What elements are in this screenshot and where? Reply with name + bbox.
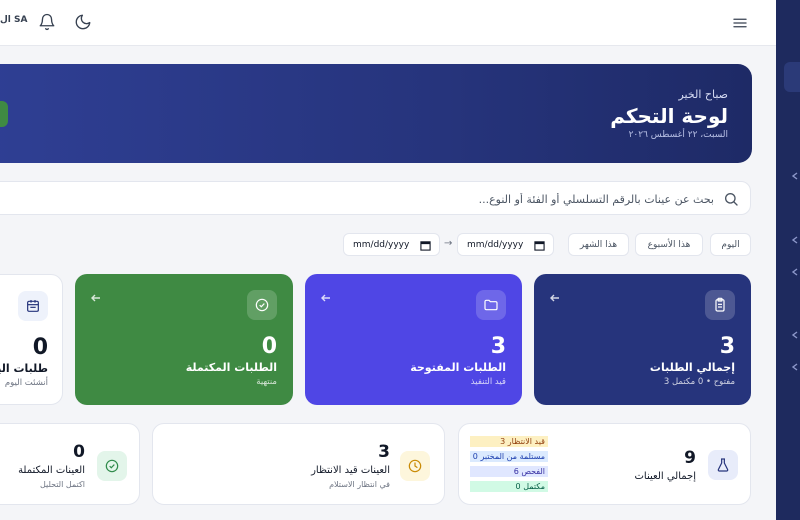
arrow-left-icon[interactable] xyxy=(548,290,562,304)
date-from-value: mm/dd/yyyy xyxy=(467,240,524,250)
card-pending-samples[interactable]: 3 العينات قيد الانتظار في انتظار الاستلا… xyxy=(152,423,445,505)
search-input[interactable] xyxy=(114,190,714,208)
card-title: الطلبات المكتملة xyxy=(185,361,277,374)
bell-icon[interactable] xyxy=(38,13,56,31)
status-badge: 0 مكتمل xyxy=(470,481,548,492)
arrow-left-icon[interactable] xyxy=(89,290,103,304)
filter-today-button[interactable]: اليوم xyxy=(710,233,751,256)
status-badge: 3 قيد الانتظار xyxy=(470,436,548,447)
chevron-left-icon[interactable] xyxy=(790,325,800,339)
search-icon xyxy=(723,191,739,207)
card-today-requests[interactable]: 0 طلبات اليوم أنشئت اليوم xyxy=(0,274,63,405)
hero-banner: صباح الخير لوحة التحكم السبت، ٢٢ أغسطس ٢… xyxy=(0,64,752,163)
card-subtitle: في انتظار الاستلام xyxy=(329,480,390,489)
card-number: 0 xyxy=(261,334,277,359)
check-circle-icon xyxy=(247,290,277,320)
card-subtitle: أنشئت اليوم xyxy=(4,378,48,388)
chevron-left-icon[interactable] xyxy=(790,230,800,244)
card-title: الطلبات المفتوحة xyxy=(410,361,506,374)
hero-action-button[interactable] xyxy=(0,101,8,127)
top-bar: ال SA xyxy=(0,0,776,46)
card-title: العينات المكتملة xyxy=(18,465,85,476)
chevron-left-icon[interactable] xyxy=(790,357,800,371)
date-to-value: mm/dd/yyyy xyxy=(353,240,410,250)
date-from-input[interactable]: mm/dd/yyyy xyxy=(457,233,554,256)
filter-month-button[interactable]: هذا الشهر xyxy=(568,233,629,256)
card-number: 3 xyxy=(378,442,390,462)
card-open-requests[interactable]: 3 الطلبات المفتوحة قيد التنفيذ xyxy=(305,274,522,405)
clipboard-icon xyxy=(705,290,735,320)
card-number: 0 xyxy=(32,335,48,360)
menu-icon[interactable] xyxy=(731,14,749,32)
user-initials: SA xyxy=(14,15,28,25)
calendar-icon[interactable] xyxy=(420,240,431,251)
card-subtitle: قيد التنفيذ xyxy=(470,377,506,387)
card-subtitle: اكتمل التحليل xyxy=(39,480,85,489)
card-number: 3 xyxy=(719,334,735,359)
page-title: لوحة التحكم xyxy=(610,104,728,128)
card-number: 0 xyxy=(73,442,85,462)
arrow-left-icon[interactable] xyxy=(319,290,333,304)
card-title: طلبات اليوم xyxy=(0,362,48,375)
user-label: ال xyxy=(0,15,11,25)
card-title: العينات قيد الانتظار xyxy=(311,465,390,476)
clock-icon xyxy=(400,451,430,481)
card-title: إجمالي الطلبات xyxy=(649,361,735,374)
card-completed-samples[interactable]: 0 العينات المكتملة اكتمل التحليل xyxy=(0,423,140,505)
sidebar xyxy=(776,0,800,520)
search-bar xyxy=(0,181,751,215)
card-total-samples[interactable]: 9 إجمالي العينات 3 قيد الانتظار 0 مستلمة… xyxy=(458,423,751,505)
calendar-icon xyxy=(18,291,48,321)
range-arrow: → xyxy=(444,238,453,249)
current-date: السبت، ٢٢ أغسطس ٢٠٢٦ xyxy=(628,130,728,140)
greeting-text: صباح الخير xyxy=(678,88,728,101)
chevron-left-icon[interactable] xyxy=(790,166,800,180)
user-menu[interactable]: ال SA xyxy=(0,15,28,25)
date-to-input[interactable]: mm/dd/yyyy xyxy=(343,233,440,256)
card-completed-requests[interactable]: 0 الطلبات المكتملة منتهية xyxy=(75,274,293,405)
card-subtitle: منتهية xyxy=(256,377,277,387)
flask-icon xyxy=(708,450,738,480)
status-badge: 6 الفحص xyxy=(470,466,548,477)
check-circle-icon xyxy=(97,451,127,481)
chevron-left-icon[interactable] xyxy=(790,262,800,276)
calendar-icon[interactable] xyxy=(534,240,545,251)
card-number: 9 xyxy=(684,448,696,468)
folder-icon xyxy=(476,290,506,320)
card-total-requests[interactable]: 3 إجمالي الطلبات 3 مفتوح • 0 مكتمل xyxy=(534,274,751,405)
filter-week-button[interactable]: هذا الأسبوع xyxy=(635,233,703,256)
status-badge: 0 مستلمة من المختبر xyxy=(470,451,548,462)
card-subtitle: 3 مفتوح • 0 مكتمل xyxy=(663,377,735,387)
card-title: إجمالي العينات xyxy=(634,471,697,482)
moon-icon[interactable] xyxy=(74,13,92,31)
card-number: 3 xyxy=(490,334,506,359)
sidebar-item-active[interactable] xyxy=(784,62,800,92)
